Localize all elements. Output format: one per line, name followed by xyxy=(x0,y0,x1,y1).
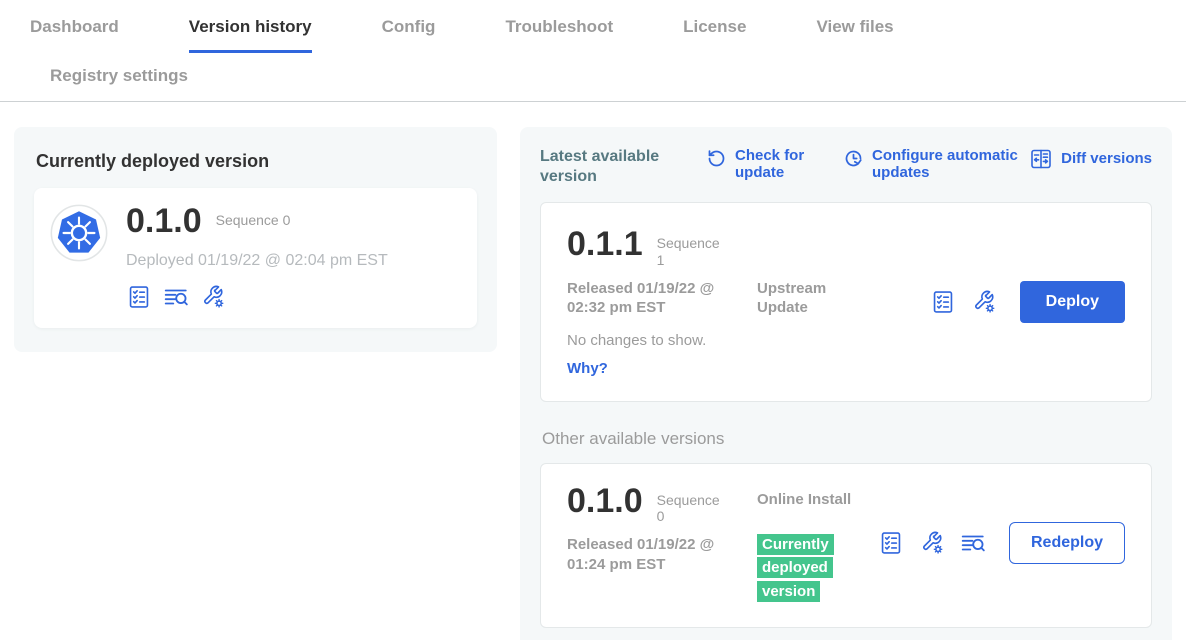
other-version-card: 0.1.0 Sequence 0 Online Install Released… xyxy=(540,463,1152,628)
edit-config-icon[interactable] xyxy=(200,284,226,310)
currently-deployed-title: Currently deployed version xyxy=(36,151,477,172)
latest-version-number: 0.1.1 xyxy=(567,227,643,263)
preflight-checks-icon[interactable] xyxy=(878,530,904,556)
nav-row-primary: Dashboard Version history Config Trouble… xyxy=(30,0,1156,53)
deployed-version-details: 0.1.0 Sequence 0 Deployed 01/19/22 @ 02:… xyxy=(126,204,388,310)
auto-update-icon xyxy=(843,148,864,169)
nav-row-secondary: Registry settings xyxy=(30,53,1156,101)
edit-config-icon[interactable] xyxy=(971,289,997,315)
redeploy-button[interactable]: Redeploy xyxy=(1009,522,1125,564)
tab-registry-settings[interactable]: Registry settings xyxy=(50,66,188,101)
latest-source-label: Upstream Update xyxy=(757,279,857,318)
diff-versions-label: Diff versions xyxy=(1061,150,1152,167)
why-link[interactable]: Why? xyxy=(567,360,608,377)
currently-deployed-panel: Currently deployed version 0.1.0 Sequenc… xyxy=(14,127,497,352)
deployed-version-card: 0.1.0 Sequence 0 Deployed 01/19/22 @ 02:… xyxy=(34,188,477,328)
other-sequence: Sequence 0 xyxy=(657,492,727,526)
other-released-timestamp: Released 01/19/22 @ 01:24 pm EST xyxy=(567,535,753,603)
other-version-number: 0.1.0 xyxy=(567,484,643,520)
deployed-sequence: Sequence 0 xyxy=(216,212,291,229)
edit-config-icon[interactable] xyxy=(919,530,945,556)
tab-dashboard[interactable]: Dashboard xyxy=(30,17,119,53)
check-for-update-link[interactable]: Check for update xyxy=(706,147,815,182)
status-badge-wrap: Currently deployed version xyxy=(757,533,843,603)
deployed-version-number: 0.1.0 xyxy=(126,204,202,240)
latest-available-panel: Latest available version Check for updat… xyxy=(520,127,1172,640)
preflight-checks-icon[interactable] xyxy=(930,289,956,315)
preflight-checks-icon[interactable] xyxy=(126,284,152,310)
main-content: Currently deployed version 0.1.0 Sequenc… xyxy=(0,102,1186,640)
currently-deployed-badge: Currently deployed version xyxy=(757,534,834,601)
check-for-update-label: Check for update xyxy=(735,147,815,182)
deploy-button[interactable]: Deploy xyxy=(1020,281,1125,323)
top-navbar: Dashboard Version history Config Trouble… xyxy=(0,0,1186,102)
tab-version-history[interactable]: Version history xyxy=(189,17,312,53)
diff-icon xyxy=(1029,147,1053,171)
latest-version-row: 0.1.1 Sequence 1 xyxy=(567,227,877,269)
tab-troubleshoot[interactable]: Troubleshoot xyxy=(505,17,613,53)
latest-version-card: 0.1.1 Sequence 1 Released 01/19/22 @ 02:… xyxy=(540,202,1152,402)
latest-version-actions: Deploy xyxy=(930,281,1125,323)
configure-automatic-updates-link[interactable]: Configure automatic updates xyxy=(843,147,1024,182)
tab-view-files[interactable]: View files xyxy=(816,17,893,53)
other-version-actions: Redeploy xyxy=(878,522,1125,564)
latest-header: Latest available version Check for updat… xyxy=(540,147,1152,187)
other-source-label: Online Install xyxy=(757,490,857,526)
kubernetes-icon xyxy=(50,204,108,262)
diff-versions-link[interactable]: Diff versions xyxy=(1029,147,1152,171)
tab-license[interactable]: License xyxy=(683,17,746,53)
tab-config[interactable]: Config xyxy=(382,17,436,53)
other-version-row: 0.1.0 Sequence 0 xyxy=(567,484,757,526)
deploy-logs-icon[interactable] xyxy=(163,284,189,310)
configure-automatic-updates-label: Configure automatic updates xyxy=(872,147,1024,182)
deployed-timestamp: Deployed 01/19/22 @ 02:04 pm EST xyxy=(126,252,388,270)
deploy-logs-icon[interactable] xyxy=(960,530,986,556)
deployed-version-row: 0.1.0 Sequence 0 xyxy=(126,204,388,240)
latest-version-info: 0.1.1 Sequence 1 Released 01/19/22 @ 02:… xyxy=(567,227,877,377)
check-update-icon xyxy=(706,148,727,169)
no-changes-note: No changes to show. xyxy=(567,332,877,349)
other-version-info: 0.1.0 Sequence 0 Online Install Released… xyxy=(567,484,877,603)
latest-released-timestamp: Released 01/19/22 @ 02:32 pm EST xyxy=(567,279,753,318)
other-versions-title: Other available versions xyxy=(542,429,1152,449)
deployed-actions xyxy=(126,284,388,310)
latest-available-title: Latest available version xyxy=(540,147,678,187)
latest-sequence: Sequence 1 xyxy=(657,235,727,269)
